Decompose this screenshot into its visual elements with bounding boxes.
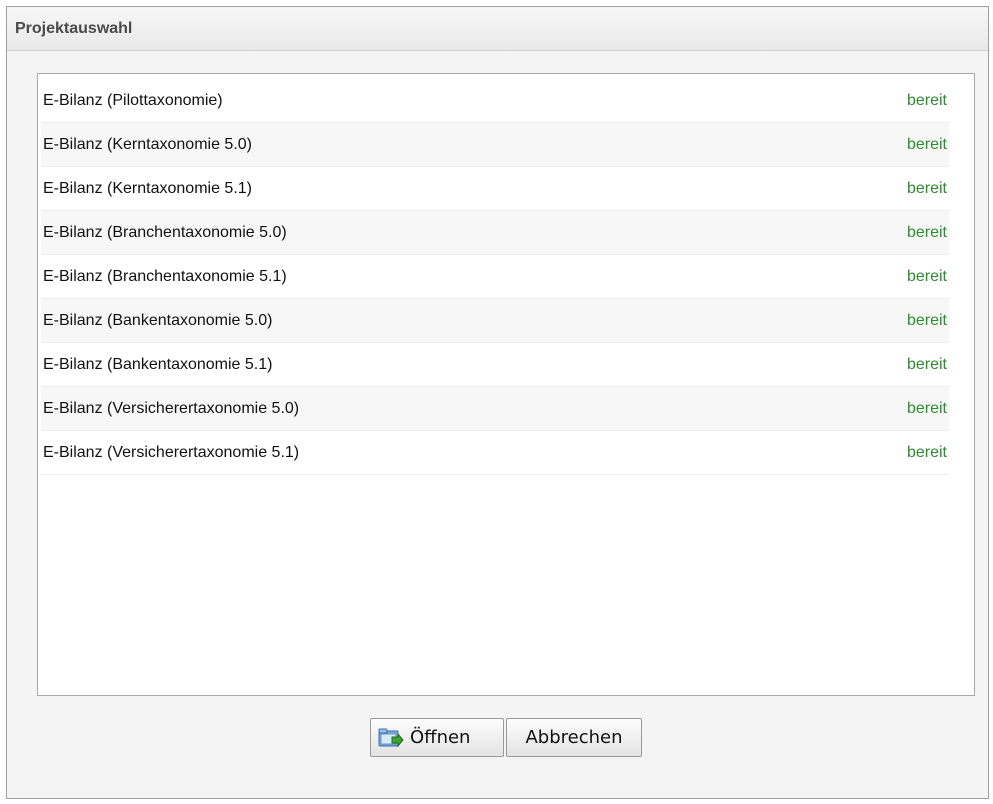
list-item[interactable]: E-Bilanz (Branchentaxonomie 5.0) bereit bbox=[41, 211, 949, 255]
list-item[interactable]: E-Bilanz (Bankentaxonomie 5.1) bereit bbox=[41, 343, 949, 387]
project-name: E-Bilanz (Versicherertaxonomie 5.0) bbox=[43, 399, 300, 417]
project-status: bereit bbox=[906, 223, 947, 241]
project-status: bereit bbox=[906, 267, 947, 285]
folder-open-icon bbox=[378, 727, 404, 749]
project-status: bereit bbox=[906, 443, 947, 461]
cancel-button[interactable]: Abbrechen bbox=[506, 718, 642, 757]
list-item[interactable]: E-Bilanz (Pilottaxonomie) bereit bbox=[41, 79, 949, 123]
project-status: bereit bbox=[906, 355, 947, 373]
open-button-label: Öffnen bbox=[410, 727, 471, 748]
project-status: bereit bbox=[906, 311, 947, 329]
dialog-buttons: Öffnen Abbrechen bbox=[370, 718, 642, 757]
list-item[interactable]: E-Bilanz (Kerntaxonomie 5.1) bereit bbox=[41, 167, 949, 211]
list-item[interactable]: E-Bilanz (Versicherertaxonomie 5.0) bere… bbox=[41, 387, 949, 431]
list-item[interactable]: E-Bilanz (Versicherertaxonomie 5.1) bere… bbox=[41, 431, 949, 475]
project-name: E-Bilanz (Bankentaxonomie 5.0) bbox=[43, 311, 273, 329]
dialog-titlebar[interactable]: Projektauswahl bbox=[7, 7, 988, 51]
dialog-title: Projektauswahl bbox=[15, 19, 133, 37]
project-name: E-Bilanz (Kerntaxonomie 5.1) bbox=[43, 179, 252, 197]
project-list[interactable]: E-Bilanz (Pilottaxonomie) bereit E-Bilan… bbox=[37, 73, 975, 696]
project-name: E-Bilanz (Branchentaxonomie 5.0) bbox=[43, 223, 287, 241]
project-name: E-Bilanz (Branchentaxonomie 5.1) bbox=[43, 267, 287, 285]
project-status: bereit bbox=[906, 179, 947, 197]
project-status: bereit bbox=[906, 399, 947, 417]
list-item[interactable]: E-Bilanz (Kerntaxonomie 5.0) bereit bbox=[41, 123, 949, 167]
project-name: E-Bilanz (Versicherertaxonomie 5.1) bbox=[43, 443, 300, 461]
list-item[interactable]: E-Bilanz (Bankentaxonomie 5.0) bereit bbox=[41, 299, 949, 343]
project-selection-dialog: Projektauswahl E-Bilanz (Pilottaxonomie)… bbox=[6, 6, 989, 799]
project-status: bereit bbox=[906, 135, 947, 153]
project-name: E-Bilanz (Bankentaxonomie 5.1) bbox=[43, 355, 273, 373]
cancel-button-label: Abbrechen bbox=[525, 727, 623, 748]
list-item[interactable]: E-Bilanz (Branchentaxonomie 5.1) bereit bbox=[41, 255, 949, 299]
project-name: E-Bilanz (Pilottaxonomie) bbox=[43, 91, 223, 109]
project-status: bereit bbox=[906, 91, 947, 109]
project-name: E-Bilanz (Kerntaxonomie 5.0) bbox=[43, 135, 252, 153]
open-button[interactable]: Öffnen bbox=[370, 718, 504, 757]
